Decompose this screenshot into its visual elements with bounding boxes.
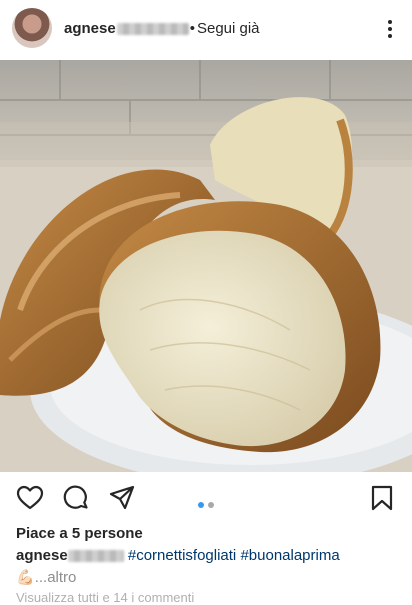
carousel-indicator — [198, 495, 218, 513]
photo-illustration — [0, 60, 412, 472]
following-status[interactable]: Segui già — [197, 20, 260, 37]
more-vertical-icon[interactable] — [388, 20, 392, 40]
caption-username-redaction — [67, 550, 124, 563]
post-header: agnese • Segui già — [0, 0, 412, 60]
flexed-biceps-emoji: 💪🏻 — [16, 569, 35, 586]
header-text: agnese • Segui già — [64, 20, 260, 37]
caption-username[interactable]: agnese — [16, 547, 68, 564]
more-link[interactable]: ...altro — [35, 569, 77, 586]
action-bar — [0, 472, 412, 522]
heart-icon[interactable] — [16, 484, 44, 512]
view-comments-link[interactable]: Visualizza tutti e 14 i commenti — [16, 590, 194, 605]
user-avatar[interactable] — [12, 8, 52, 48]
header-username[interactable]: agnese — [64, 20, 116, 37]
likes-count[interactable]: Piace a 5 persone — [16, 525, 143, 542]
hashtag-link[interactable]: #buonalaprima — [240, 547, 339, 564]
bookmark-icon[interactable] — [368, 484, 396, 512]
send-icon[interactable] — [108, 484, 136, 512]
caption: agnese #cornettisfogliati #buonalaprima — [16, 547, 340, 564]
header-separator: • — [189, 20, 195, 37]
caption-continuation: 💪🏻...altro — [16, 568, 76, 586]
username-redaction — [116, 23, 189, 36]
post-photo[interactable] — [0, 60, 412, 472]
comment-icon[interactable] — [62, 484, 90, 512]
hashtag-link[interactable]: #cornettisfogliati — [128, 547, 236, 564]
carousel-dot — [208, 502, 214, 508]
carousel-dot-active — [198, 502, 204, 508]
